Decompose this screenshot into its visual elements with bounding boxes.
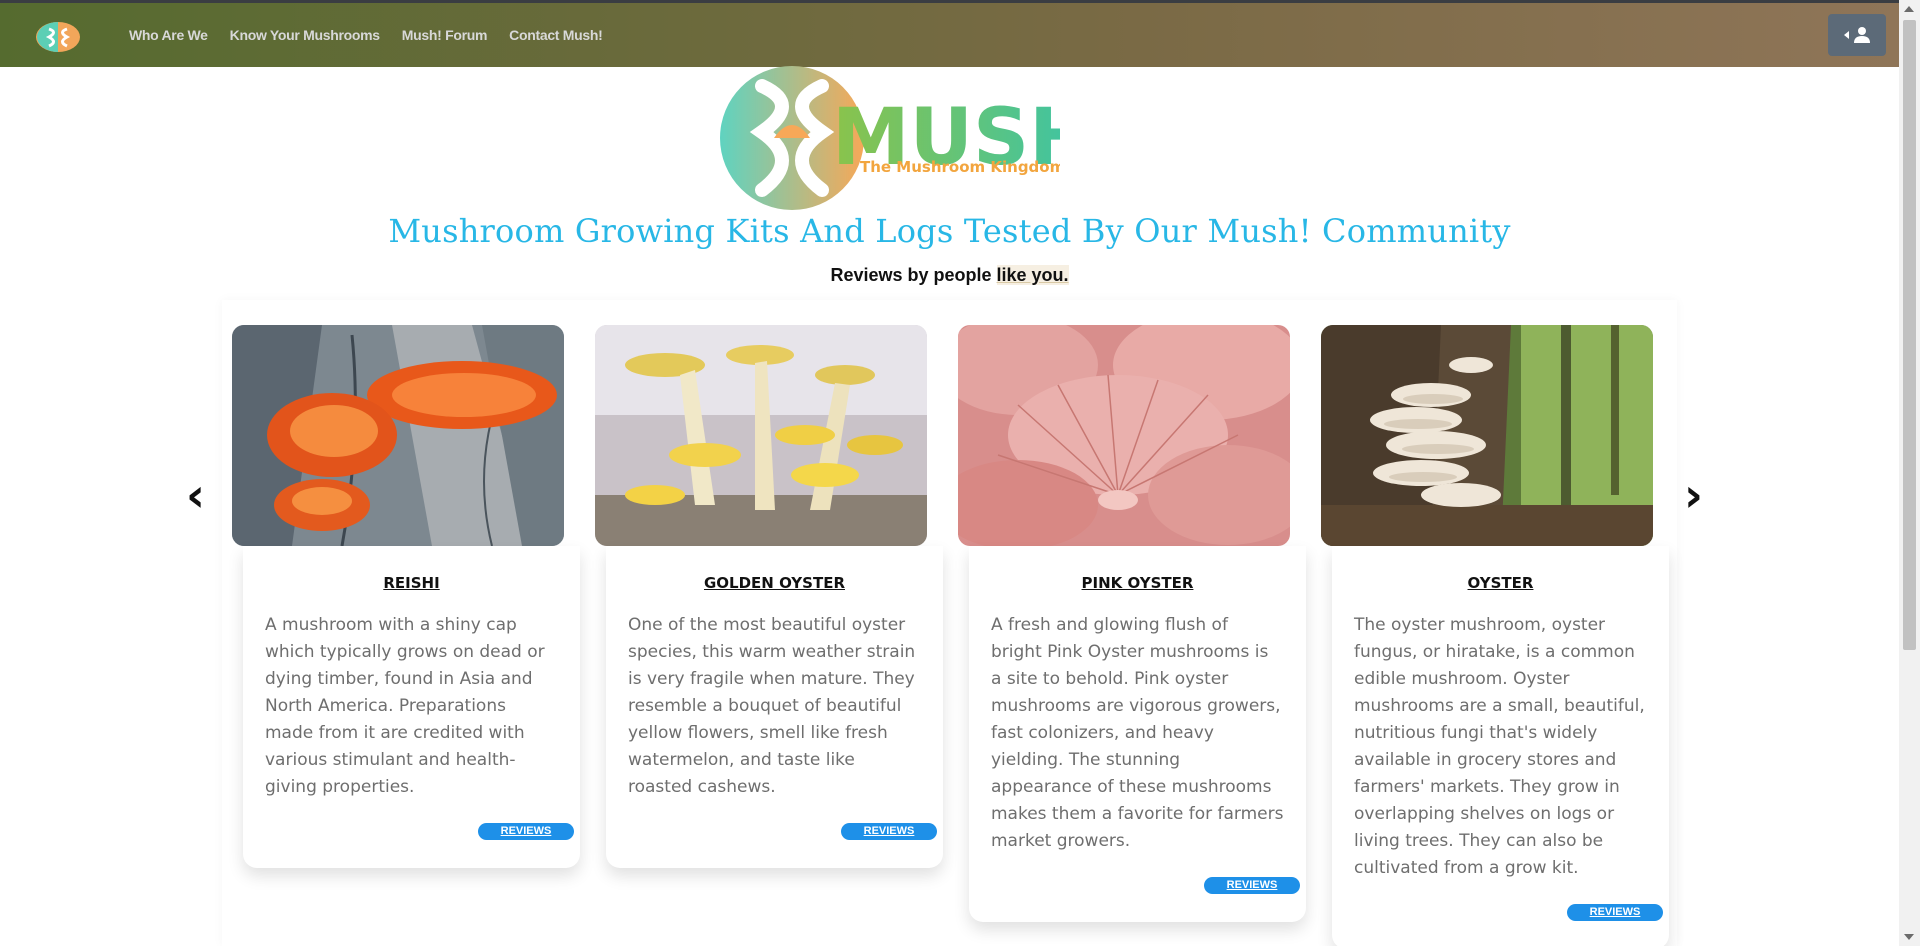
card-description: A fresh and glowing flush of bright Pink… [991, 615, 1284, 851]
page-subtitle: Reviews by people like you. [0, 265, 1899, 286]
caret-left-icon [1843, 31, 1849, 39]
card-body: REISHI A mushroom with a shiny cap which… [243, 546, 580, 868]
mushroom-card-golden-oyster: GOLDEN OYSTER One of the most beautiful … [595, 325, 943, 868]
carousel-prev-button[interactable]: ‹ [186, 468, 205, 522]
nav-mush-forum[interactable]: Mush! Forum [402, 27, 488, 43]
card-description: One of the most beautiful oyster species… [628, 615, 916, 797]
mushroom-card-reishi: REISHI A mushroom with a shiny cap which… [232, 325, 580, 868]
card-title[interactable]: GOLDEN OYSTER [628, 574, 921, 592]
scroll-down-icon[interactable] [1904, 934, 1914, 940]
reviews-button[interactable]: REVIEWS [478, 823, 574, 840]
card-description: The oyster mushroom, oyster fungus, or h… [1354, 615, 1645, 878]
reviews-button[interactable]: REVIEWS [1567, 904, 1663, 921]
nav-know-your-mushrooms[interactable]: Know Your Mushrooms [230, 27, 380, 43]
subtitle-text: Reviews by people [830, 265, 997, 285]
scroll-up-icon[interactable] [1904, 6, 1914, 12]
user-menu-button[interactable] [1828, 14, 1886, 56]
carousel-next-button[interactable]: › [1684, 468, 1703, 522]
pink-oyster-image [958, 325, 1290, 546]
reviews-button[interactable]: REVIEWS [1204, 877, 1300, 894]
golden-oyster-image [595, 325, 927, 546]
nav-who-are-we[interactable]: Who Are We [129, 27, 208, 43]
nav-contact-mush[interactable]: Contact Mush! [509, 27, 603, 43]
card-title[interactable]: OYSTER [1354, 574, 1647, 592]
page-title: Mushroom Growing Kits And Logs Tested By… [388, 212, 1511, 250]
scroll-thumb[interactable] [1903, 20, 1916, 650]
card-title[interactable]: PINK OYSTER [991, 574, 1284, 592]
reishi-image [232, 325, 564, 546]
subtitle-highlight: like you. [996, 265, 1069, 285]
mushroom-card-pink-oyster: PINK OYSTER A fresh and glowing flush of… [958, 325, 1306, 922]
card-body: OYSTER The oyster mushroom, oyster fungu… [1332, 546, 1669, 946]
card-body: PINK OYSTER A fresh and glowing flush of… [969, 546, 1306, 922]
mush-hero-logo: MUSH! The Mushroom Kingdom [720, 66, 1060, 210]
page-scrollbar[interactable] [1899, 0, 1920, 946]
reviews-button[interactable]: REVIEWS [841, 823, 937, 840]
logo-tagline: The Mushroom Kingdom [860, 158, 1060, 176]
mushroom-card-oyster: OYSTER The oyster mushroom, oyster fungu… [1321, 325, 1669, 946]
card-description: A mushroom with a shiny cap which typica… [265, 615, 545, 797]
top-navbar: Who Are We Know Your Mushrooms Mush! For… [0, 0, 1899, 67]
oyster-image [1321, 325, 1653, 546]
card-body: GOLDEN OYSTER One of the most beautiful … [606, 546, 943, 868]
card-title[interactable]: REISHI [265, 574, 558, 592]
user-icon [1853, 27, 1870, 43]
nav-links: Who Are We Know Your Mushrooms Mush! For… [129, 27, 603, 43]
mush-logo-icon[interactable] [35, 21, 81, 53]
